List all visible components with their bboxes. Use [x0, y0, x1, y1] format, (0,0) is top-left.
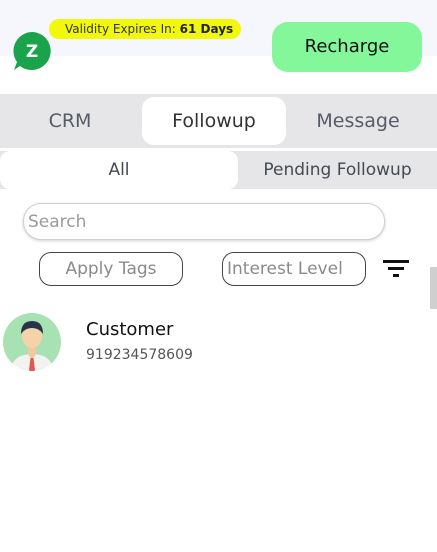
validity-prefix: Validity Expires In:	[65, 22, 176, 36]
recharge-button[interactable]: Recharge	[272, 22, 422, 72]
tab-followup[interactable]: Followup	[142, 97, 286, 145]
validity-badge: Validity Expires In: 61 Days	[49, 19, 241, 39]
app-logo-icon: Z	[11, 30, 53, 72]
subtab-all[interactable]: All	[0, 151, 238, 189]
interest-level-dropdown[interactable]: Interest Level	[222, 252, 366, 286]
apply-tags-button[interactable]: Apply Tags	[39, 252, 183, 286]
tab-message[interactable]: Message	[288, 97, 428, 145]
search-input[interactable]	[23, 203, 385, 240]
main-tabs: CRM Followup Message	[0, 94, 437, 148]
contact-phone: 919234578609	[86, 347, 193, 363]
contact-list-item[interactable]: Customer 919234578609	[0, 310, 437, 372]
filter-icon[interactable]	[383, 258, 409, 278]
avatar	[2, 312, 62, 372]
scrollbar-thumb[interactable]	[430, 267, 437, 309]
followup-subtabs: All Pending Followup	[0, 151, 437, 189]
tab-crm[interactable]: CRM	[0, 97, 140, 145]
contact-name: Customer	[86, 319, 174, 340]
svg-text:Z: Z	[26, 42, 38, 62]
validity-days: 61 Days	[179, 22, 234, 36]
subtab-pending-followup[interactable]: Pending Followup	[238, 151, 437, 189]
